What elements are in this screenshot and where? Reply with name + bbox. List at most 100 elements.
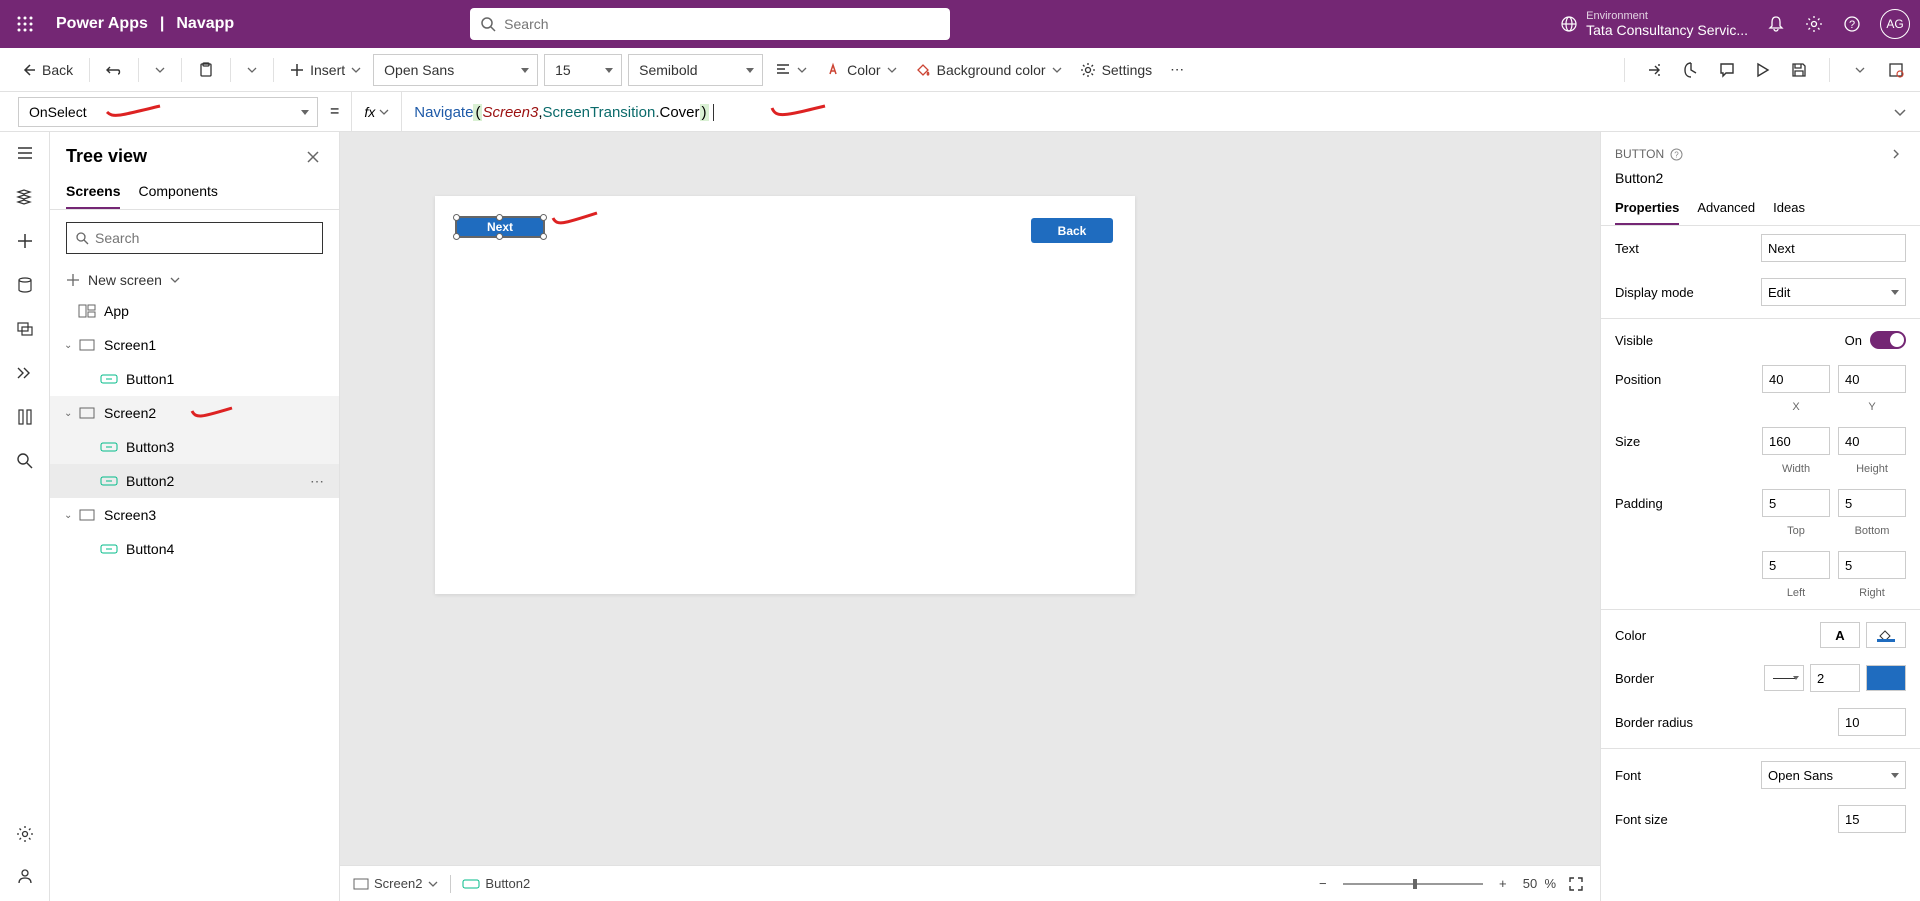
- prop-pad-bottom-input[interactable]: [1838, 489, 1906, 517]
- zoom-slider[interactable]: [1343, 883, 1483, 885]
- font-family-select[interactable]: Open Sans: [373, 54, 538, 86]
- prop-borderradius-input[interactable]: [1838, 708, 1906, 736]
- back-button[interactable]: Back: [14, 58, 79, 82]
- paste-dropdown[interactable]: [241, 61, 263, 79]
- tree-search-input[interactable]: [95, 230, 314, 246]
- tree-button1[interactable]: Button1: [50, 362, 339, 396]
- tab-ideas[interactable]: Ideas: [1773, 192, 1805, 225]
- breadcrumb-screen[interactable]: Screen2: [354, 876, 438, 891]
- help-icon[interactable]: ?: [1842, 14, 1862, 34]
- canvas-button-next[interactable]: Next: [455, 216, 545, 238]
- fx-label[interactable]: fx: [351, 92, 402, 131]
- hamburger-icon[interactable]: [14, 142, 36, 164]
- undo-button[interactable]: [100, 58, 128, 82]
- tree-search-box[interactable]: [66, 222, 323, 254]
- prop-border-style[interactable]: [1764, 665, 1804, 691]
- undo-dropdown[interactable]: [149, 61, 171, 79]
- prop-fontsize-input[interactable]: [1838, 805, 1906, 833]
- right-sublabel: Right: [1838, 587, 1906, 599]
- bgcolor-button[interactable]: Background color: [909, 58, 1068, 82]
- button-icon: [463, 878, 479, 890]
- zoom-in-icon[interactable]: +: [1493, 874, 1513, 894]
- prop-pos-y-input[interactable]: [1838, 365, 1906, 393]
- tree-view-title: Tree view: [66, 146, 147, 167]
- prop-pad-right-input[interactable]: [1838, 551, 1906, 579]
- environment-picker[interactable]: Environment Tata Consultancy Servic...: [1560, 10, 1748, 38]
- tree-screen1[interactable]: ⌄ Screen1: [50, 328, 339, 362]
- y-sublabel: Y: [1838, 401, 1906, 413]
- prop-displaymode-select[interactable]: Edit: [1761, 278, 1906, 306]
- data-rail-icon[interactable]: [14, 274, 36, 296]
- tree-button3[interactable]: Button3: [50, 430, 339, 464]
- prop-fill-color[interactable]: [1866, 622, 1906, 648]
- virtual-agent-icon[interactable]: [14, 865, 36, 887]
- canvas-screen[interactable]: Next Back: [435, 196, 1135, 594]
- checker-icon[interactable]: [1681, 60, 1701, 80]
- prop-font-select[interactable]: Open Sans: [1761, 761, 1906, 789]
- user-avatar[interactable]: AG: [1880, 9, 1910, 39]
- preview-icon[interactable]: [1753, 60, 1773, 80]
- tree-app[interactable]: App: [50, 294, 339, 328]
- tab-properties[interactable]: Properties: [1615, 192, 1679, 225]
- annotation-check: [551, 210, 601, 228]
- global-search[interactable]: [470, 8, 950, 40]
- zoom-out-icon[interactable]: −: [1313, 874, 1333, 894]
- save-icon[interactable]: [1789, 60, 1809, 80]
- publish-icon[interactable]: [1886, 60, 1906, 80]
- prop-width-input[interactable]: [1762, 427, 1830, 455]
- settings-gear-icon[interactable]: [1804, 14, 1824, 34]
- prop-pos-x-input[interactable]: [1762, 365, 1830, 393]
- media-rail-icon[interactable]: [14, 318, 36, 340]
- align-button[interactable]: [769, 58, 813, 82]
- color-button[interactable]: Color: [819, 58, 902, 82]
- settings-button[interactable]: Settings: [1074, 58, 1159, 82]
- more-icon[interactable]: ⋯: [310, 473, 325, 490]
- search-rail-icon[interactable]: [14, 450, 36, 472]
- expand-formula-icon[interactable]: [1890, 102, 1910, 122]
- formula-input[interactable]: Navigate(Screen3,ScreenTransition.Cover): [406, 103, 1890, 121]
- notifications-icon[interactable]: [1766, 14, 1786, 34]
- font-size-select[interactable]: 15: [544, 54, 622, 86]
- more-options-button[interactable]: ⋯: [1164, 57, 1190, 82]
- arrow-left-icon: [20, 62, 36, 78]
- tree-screen2[interactable]: ⌄ Screen2: [50, 396, 339, 430]
- tree-view-icon[interactable]: [14, 186, 36, 208]
- variables-rail-icon[interactable]: [14, 406, 36, 428]
- property-select[interactable]: OnSelect: [18, 97, 318, 127]
- tree-button2[interactable]: Button2 ⋯: [50, 464, 339, 498]
- tree-button4[interactable]: Button4: [50, 532, 339, 566]
- prop-border-width-input[interactable]: [1810, 664, 1860, 692]
- search-input[interactable]: [504, 16, 940, 32]
- prop-text-input[interactable]: [1761, 234, 1906, 262]
- tab-components[interactable]: Components: [138, 175, 217, 209]
- insert-rail-icon[interactable]: [14, 230, 36, 252]
- tab-advanced[interactable]: Advanced: [1697, 192, 1755, 225]
- prop-fontsize-label: Font size: [1615, 812, 1838, 827]
- tree-screen3[interactable]: ⌄ Screen3: [50, 498, 339, 532]
- flows-rail-icon[interactable]: [14, 362, 36, 384]
- chevron-right-icon[interactable]: [1886, 144, 1906, 164]
- prop-visible-toggle[interactable]: [1870, 331, 1906, 349]
- help-icon[interactable]: ?: [1670, 148, 1683, 161]
- env-label: Environment: [1586, 10, 1748, 22]
- save-dropdown[interactable]: [1850, 60, 1870, 80]
- close-tree-icon[interactable]: [303, 147, 323, 167]
- prop-pad-left-input[interactable]: [1762, 551, 1830, 579]
- font-weight-select[interactable]: Semibold: [628, 54, 763, 86]
- app-launcher-icon[interactable]: [10, 9, 40, 39]
- prop-pad-top-input[interactable]: [1762, 489, 1830, 517]
- canvas-button-back[interactable]: Back: [1031, 218, 1113, 243]
- prop-border-color[interactable]: [1866, 665, 1906, 691]
- prop-height-input[interactable]: [1838, 427, 1906, 455]
- new-screen-button[interactable]: New screen: [50, 266, 339, 294]
- prop-font-color[interactable]: A: [1820, 622, 1860, 648]
- tab-screens[interactable]: Screens: [66, 175, 120, 209]
- fit-icon[interactable]: [1566, 874, 1586, 894]
- settings-rail-icon[interactable]: [14, 823, 36, 845]
- insert-button[interactable]: Insert: [284, 58, 367, 82]
- paste-button[interactable]: [192, 58, 220, 82]
- share-icon[interactable]: [1645, 60, 1665, 80]
- comment-icon[interactable]: [1717, 60, 1737, 80]
- prop-font-label: Font: [1615, 768, 1761, 783]
- breadcrumb-control[interactable]: Button2: [463, 876, 530, 891]
